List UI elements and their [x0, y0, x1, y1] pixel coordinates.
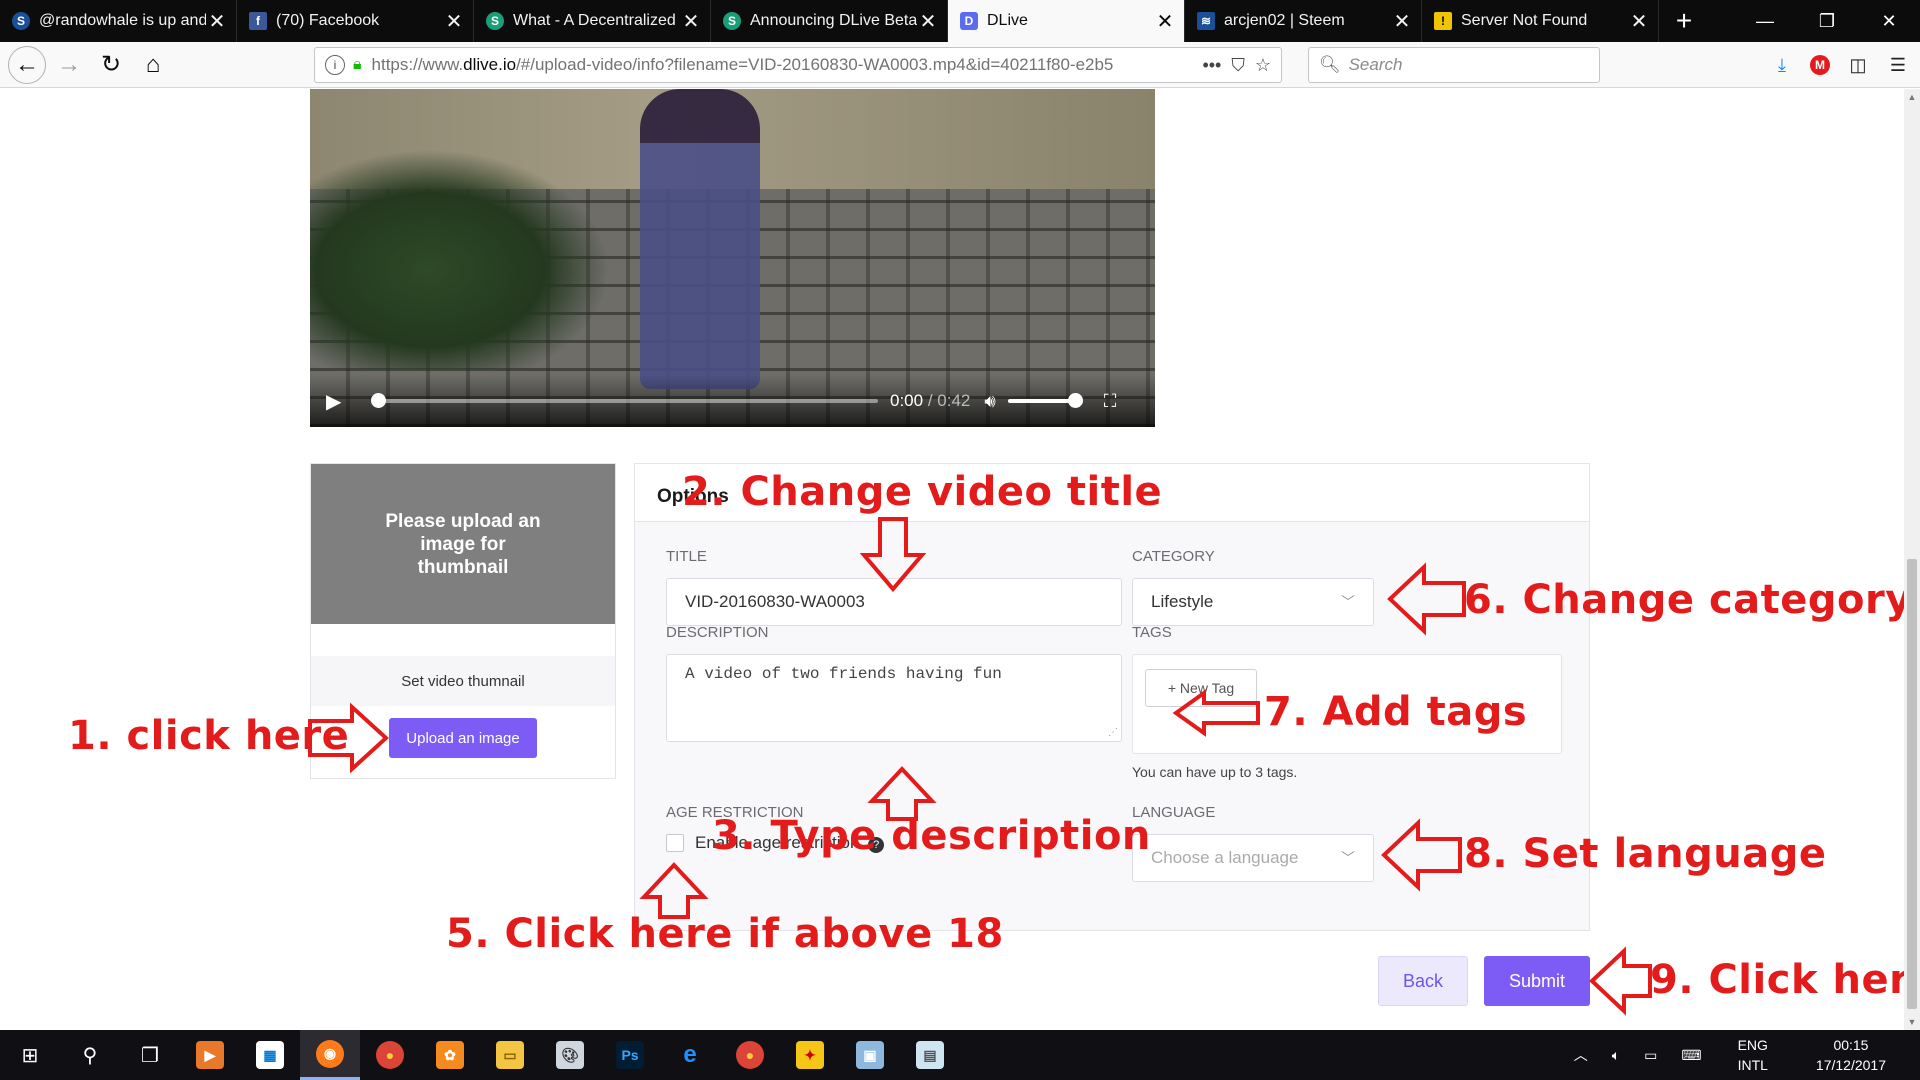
search-icon: 🔍︎: [1319, 55, 1341, 74]
steem-favicon-icon: S: [486, 12, 504, 30]
scroll-up-icon[interactable]: ▲: [1904, 89, 1920, 105]
clock[interactable]: 00:15 17/12/2017: [1792, 1035, 1910, 1075]
steemit-favicon-icon: S: [12, 12, 30, 30]
annotation-arrow-left: [1381, 818, 1462, 892]
annotation-step-7: 7. Add tags: [1264, 689, 1528, 735]
new-tab-button[interactable]: +: [1659, 0, 1709, 42]
tab-title: @randowhale is up and: [39, 12, 206, 29]
browser-tab-active[interactable]: D DLive ✕: [948, 0, 1185, 42]
forward-arrow-icon[interactable]: →: [50, 46, 88, 84]
browser-tab[interactable]: ! Server Not Found ✕: [1422, 0, 1659, 42]
annotation-arrow-up: [867, 766, 937, 821]
annotation-arrows: [308, 517, 1652, 1016]
restore-icon[interactable]: ❐: [1796, 0, 1858, 42]
annotation-arrow-left: [1387, 562, 1466, 636]
chrome-icon[interactable]: ●: [360, 1030, 420, 1080]
store-icon[interactable]: ▦: [240, 1030, 300, 1080]
bookmark-star-icon[interactable]: ☆: [1255, 55, 1271, 76]
file-explorer-icon[interactable]: ▭: [480, 1030, 540, 1080]
sidebar-icon[interactable]: ◫: [1846, 53, 1870, 77]
steem-favicon-icon: ≋: [1197, 12, 1215, 30]
steem-favicon-icon: S: [723, 12, 741, 30]
pocket-icon[interactable]: ⛉: [1231, 55, 1245, 76]
browser-tab-strip: S @randowhale is up and ✕ f (70) Faceboo…: [0, 0, 1920, 42]
browser-tab[interactable]: S What - A Decentralized ✕: [474, 0, 711, 42]
scrollbar-thumb[interactable]: [1907, 559, 1917, 1009]
close-window-icon[interactable]: ✕: [1858, 0, 1920, 42]
chevron-up-icon[interactable]: ︿: [1562, 1045, 1600, 1065]
annotation-step-9: 9. Click here: [1650, 957, 1904, 1003]
close-tab-icon[interactable]: ✕: [1154, 9, 1176, 34]
close-tab-icon[interactable]: ✕: [680, 9, 702, 34]
keyboard-icon[interactable]: ⌨: [1669, 1047, 1713, 1064]
annotation-arrow-left: [1172, 689, 1260, 737]
photoshop-icon[interactable]: Ps: [600, 1030, 660, 1080]
tab-title: Server Not Found: [1461, 12, 1588, 29]
speaker-icon[interactable]: 🔈︎: [1600, 1047, 1632, 1064]
reload-icon[interactable]: ↻: [92, 46, 130, 84]
url-text: https://www.dlive.io/#/upload-video/info…: [371, 55, 1114, 74]
windows-start-icon[interactable]: ⊞: [0, 1030, 60, 1080]
search-input[interactable]: 🔍︎ Search: [1308, 47, 1600, 83]
home-icon[interactable]: ⌂: [134, 46, 172, 84]
close-tab-icon[interactable]: ✕: [1628, 9, 1650, 34]
browser-nav-bar: ← → ↻ ⌂ i 🔒︎ https://www.dlive.io/#/uplo…: [0, 42, 1920, 88]
tab-title: What - A Decentralized: [513, 12, 676, 29]
close-tab-icon[interactable]: ✕: [1391, 9, 1413, 34]
media-player-icon[interactable]: ▶: [180, 1030, 240, 1080]
download-icon[interactable]: ⤓: [1770, 53, 1794, 77]
extension-m-icon[interactable]: M: [1810, 55, 1830, 75]
system-tray: ︿ 🔈︎ ▭ ⌨ ENG INTL 00:15 17/12/2017: [1562, 1030, 1920, 1080]
browser-tab[interactable]: S @randowhale is up and ✕: [0, 0, 237, 42]
annotation-step-6: 6. Change category: [1464, 577, 1904, 623]
annotation-arrow-up: [639, 862, 709, 919]
dlive-favicon-icon: D: [960, 12, 978, 30]
lock-icon: 🔒︎: [353, 56, 362, 73]
browser-tab[interactable]: ≋ arcjen02 | Steem ✕: [1185, 0, 1422, 42]
windows-taskbar: ⊞ ⚲ ❐ ▶ ▦ ◉ ● ✿ ▭ 🎨︎ Ps e ● ✦ ▣ ▤ ︿ 🔈︎ ▭…: [0, 1030, 1920, 1080]
photos-icon[interactable]: ▣: [840, 1030, 900, 1080]
site-info-icon[interactable]: i: [325, 55, 345, 75]
close-tab-icon[interactable]: ✕: [443, 9, 465, 34]
tab-title: (70) Facebook: [276, 12, 380, 29]
close-tab-icon[interactable]: ✕: [917, 9, 939, 34]
toolbar-icons: ⤓ M ◫ ☰: [1770, 47, 1910, 83]
tab-title: DLive: [987, 12, 1028, 29]
tab-title: arcjen02 | Steem: [1224, 12, 1345, 29]
page-actions-icon[interactable]: •••: [1202, 55, 1221, 76]
page-viewport: ▶ 0:00 / 0:42 🔊︎ ⛶ Please upload an imag…: [0, 89, 1904, 1030]
uc-browser-icon[interactable]: ✿: [420, 1030, 480, 1080]
annotation-step-5: 5. Click here if above 18: [446, 911, 1004, 957]
close-tab-icon[interactable]: ✕: [206, 9, 228, 34]
task-view-icon[interactable]: ❐: [120, 1030, 180, 1080]
action-center-icon[interactable]: ▭: [1632, 1047, 1669, 1064]
browser-tab[interactable]: S Announcing DLive Beta ✕: [711, 0, 948, 42]
browser-tab[interactable]: f (70) Facebook ✕: [237, 0, 474, 42]
warning-icon: !: [1434, 12, 1452, 30]
back-arrow-icon[interactable]: ←: [8, 45, 46, 84]
window-controls: — ❐ ✕: [1734, 0, 1920, 42]
page-scrollbar[interactable]: ▲ ▼: [1904, 89, 1920, 1030]
tab-title: Announcing DLive Beta: [750, 12, 917, 29]
facebook-favicon-icon: f: [249, 12, 267, 30]
search-placeholder: Search: [1348, 55, 1403, 74]
annotation-step-1: 1. click here: [68, 713, 350, 759]
search-icon[interactable]: ⚲: [60, 1030, 120, 1080]
notes-icon[interactable]: ▤: [900, 1030, 960, 1080]
annotation-arrow-down: [859, 517, 927, 593]
minimize-icon[interactable]: —: [1734, 0, 1796, 42]
annotation-step-2: 2. Change video title: [682, 469, 1163, 515]
menu-hamburger-icon[interactable]: ☰: [1886, 53, 1910, 77]
edge-icon[interactable]: e: [660, 1030, 720, 1080]
input-language[interactable]: ENG INTL: [1714, 1035, 1792, 1075]
annotation-step-3: 3. Type description: [712, 813, 1151, 859]
address-bar[interactable]: i 🔒︎ https://www.dlive.io/#/upload-video…: [314, 47, 1282, 83]
paint-icon[interactable]: 🎨︎: [540, 1030, 600, 1080]
app-icon[interactable]: ✦: [780, 1030, 840, 1080]
scroll-down-icon[interactable]: ▼: [1904, 1014, 1920, 1030]
chrome-icon[interactable]: ●: [720, 1030, 780, 1080]
annotation-arrow-left: [1589, 946, 1652, 1016]
annotation-step-8: 8. Set language: [1464, 831, 1827, 877]
firefox-icon[interactable]: ◉: [300, 1030, 360, 1080]
